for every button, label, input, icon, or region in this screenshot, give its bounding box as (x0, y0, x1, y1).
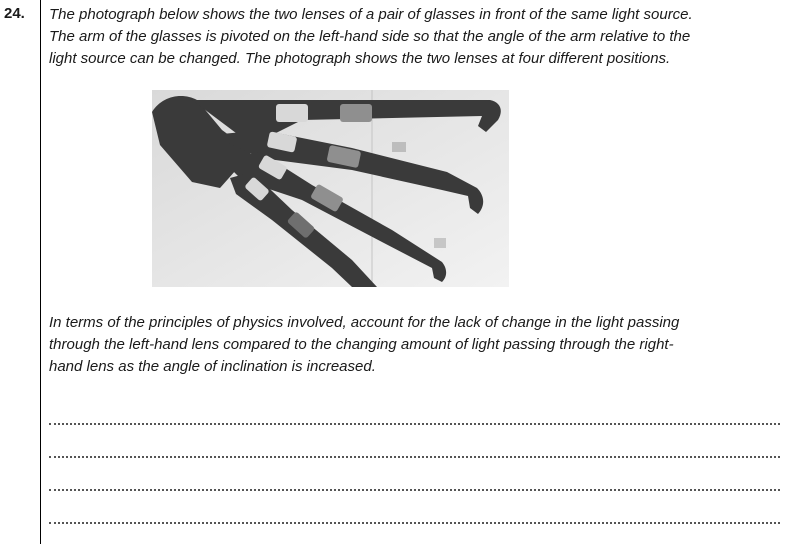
margin-divider (40, 0, 41, 544)
intro-line: The photograph below shows the two lense… (49, 6, 693, 23)
answer-line[interactable] (49, 456, 780, 458)
question-intro: The photograph below shows the two lense… (49, 4, 779, 70)
prompt-line: In terms of the principles of physics in… (49, 314, 680, 331)
prompt-line: through the left-hand lens compared to t… (49, 336, 674, 353)
intro-line: light source can be changed. The photogr… (49, 50, 671, 67)
question-number: 24. (4, 5, 25, 22)
prompt-line: hand lens as the angle of inclination is… (49, 358, 376, 375)
intro-line: The arm of the glasses is pivoted on the… (49, 28, 691, 45)
answer-line[interactable] (49, 522, 780, 524)
answer-line[interactable] (49, 423, 780, 425)
answer-line[interactable] (49, 489, 780, 491)
question-prompt: In terms of the principles of physics in… (49, 312, 779, 378)
glasses-photograph (152, 90, 509, 287)
